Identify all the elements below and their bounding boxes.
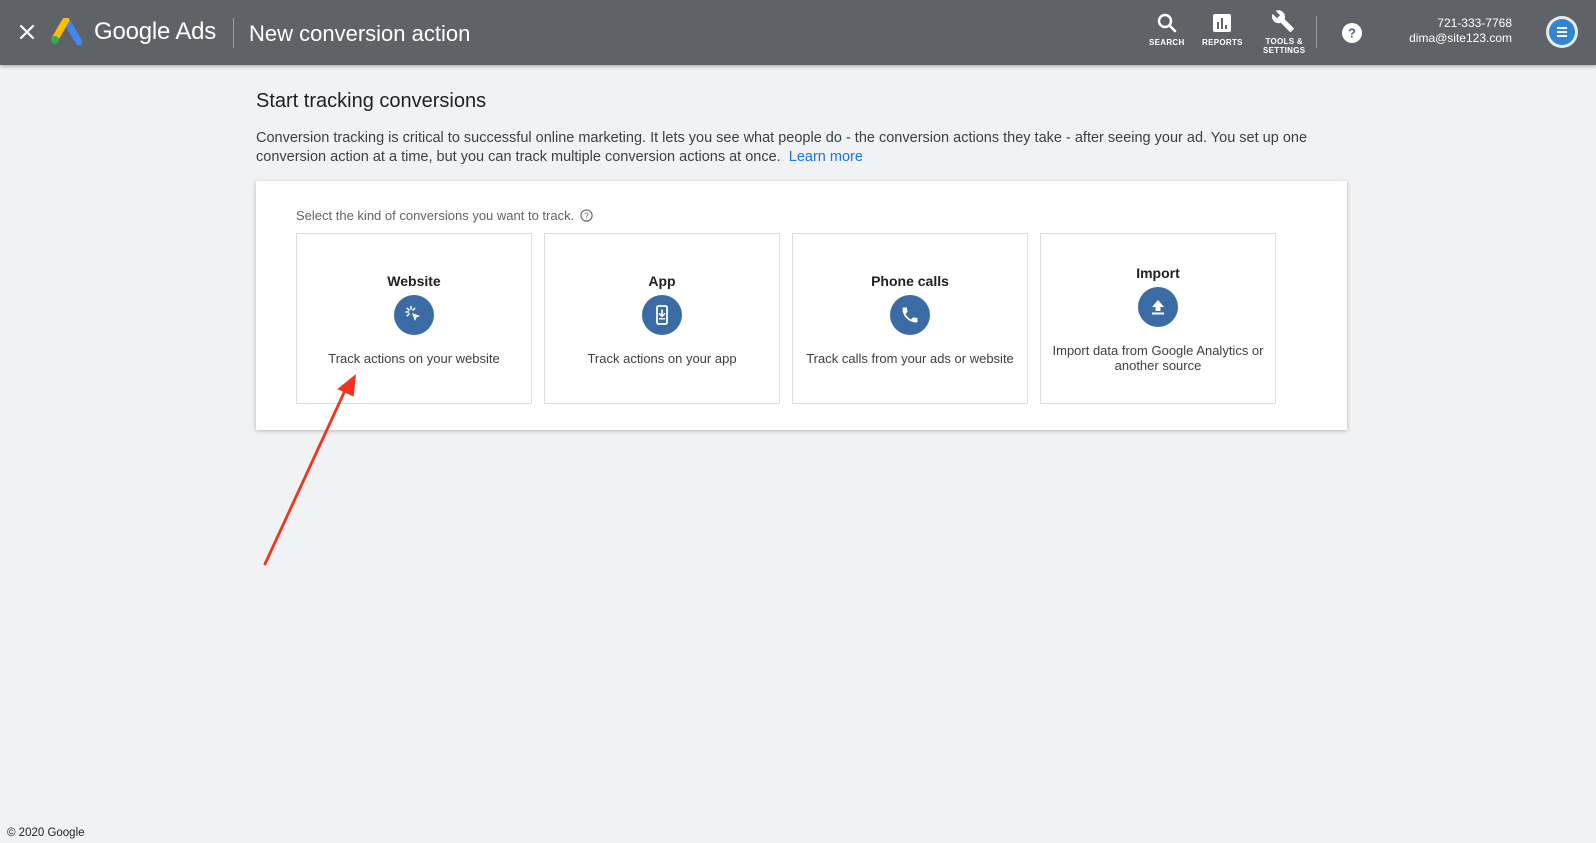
header-divider (233, 18, 234, 48)
avatar[interactable] (1546, 16, 1578, 48)
page-title: New conversion action (249, 21, 471, 46)
wrench-icon (1272, 10, 1294, 32)
option-description: Track calls from your ads or website (806, 351, 1014, 366)
option-description: Import data from Google Analytics or ano… (1052, 343, 1264, 373)
close-icon[interactable] (16, 21, 38, 43)
app-name: Google Ads (94, 18, 217, 45)
option-phone-calls[interactable]: Phone calls Track calls from your ads or… (792, 233, 1028, 404)
section-heading: Start tracking conversions (256, 90, 487, 112)
avatar-menu-icon (1549, 19, 1575, 45)
cursor-click-icon (394, 295, 434, 335)
help-icon[interactable]: ? (1341, 22, 1363, 44)
account-email: dima@site123.com (1409, 31, 1512, 45)
option-title: App (648, 273, 676, 289)
prompt-text: Select the kind of conversions you want … (296, 208, 575, 223)
account-info[interactable]: 721-333-7768 dima@site123.com (1409, 16, 1512, 46)
option-description: Track actions on your app (587, 351, 737, 366)
search-tool-label: SEARCH (1149, 38, 1185, 47)
bar-chart-icon (1213, 14, 1232, 32)
option-import[interactable]: Import Import data from Google Analytics… (1040, 233, 1276, 404)
svg-text:?: ? (1348, 26, 1356, 41)
conversion-type-prompt: Select the kind of conversions you want … (296, 208, 593, 223)
option-app[interactable]: App Track actions on your app (544, 233, 780, 404)
help-circle-icon[interactable]: ? (580, 209, 593, 222)
option-website[interactable]: Website Track actions on your website (296, 233, 532, 404)
upload-icon (1138, 287, 1178, 327)
phone-call-icon (890, 295, 930, 335)
tools-settings-label: TOOLS & SETTINGS (1263, 37, 1306, 55)
reports-tool[interactable]: REPORTS (1202, 12, 1243, 47)
conversion-type-card: Select the kind of conversions you want … (256, 181, 1347, 430)
section-description: Conversion tracking is critical to succe… (256, 129, 1346, 166)
learn-more-link[interactable]: Learn more (789, 149, 863, 165)
top-bar: Google Ads New conversion action SEARCH … (0, 0, 1596, 65)
option-title: Import (1136, 265, 1180, 281)
option-title: Phone calls (871, 273, 949, 289)
tools-divider (1316, 16, 1317, 48)
option-description: Track actions on your website (328, 351, 500, 366)
account-phone: 721-333-7768 (1437, 16, 1512, 30)
reports-tool-label: REPORTS (1202, 38, 1243, 47)
search-tool[interactable]: SEARCH (1149, 12, 1185, 47)
phone-download-icon (642, 295, 682, 335)
search-icon (1157, 13, 1177, 33)
option-title: Website (387, 273, 441, 289)
tools-settings-tool[interactable]: TOOLS & SETTINGS (1263, 9, 1305, 55)
svg-text:?: ? (584, 211, 589, 221)
footer-copyright: © 2020 Google (7, 827, 85, 839)
google-ads-logo-icon (51, 18, 82, 46)
description-text: Conversion tracking is critical to succe… (256, 130, 1308, 165)
